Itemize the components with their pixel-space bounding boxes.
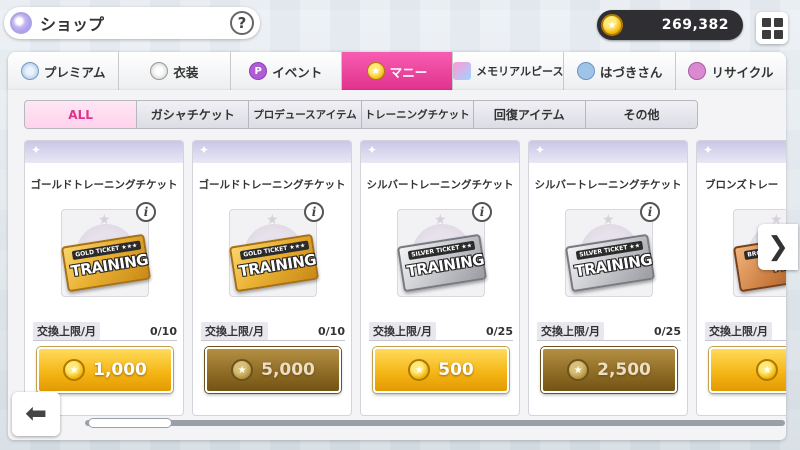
exchange-limit: 交換上限/月 0/10 <box>33 322 177 340</box>
filter-all[interactable]: ALL <box>25 101 138 128</box>
tab-event[interactable]: P イベント <box>230 52 342 90</box>
tab-label: メモリアルピース <box>476 65 564 78</box>
sparkle-icon: ✦ <box>703 143 714 157</box>
filter-recovery-item[interactable]: 回復アイテム <box>473 101 586 128</box>
help-button[interactable]: ? <box>230 11 254 35</box>
sparkle-icon: ✦ <box>31 143 42 157</box>
buy-button[interactable]: ★ 500 <box>373 347 509 393</box>
chevron-right-icon: ❯ <box>767 232 789 262</box>
filter-gacha-ticket[interactable]: ガシャチケット <box>137 101 250 128</box>
arrow-left-icon: ⬅ <box>25 399 47 429</box>
shop-category-tabs: プレミアム 衣装 P イベント ★ マニー メモリアルピース はづきさん リサイ… <box>8 52 786 90</box>
item-name: シルバートレーニングチケット <box>534 179 682 191</box>
gold-ticket-icon: GOLD TICKET ★★★ TRAINING <box>228 233 320 293</box>
tab-label: リサイクル <box>711 64 774 80</box>
tab-label: プレミアム <box>43 64 106 80</box>
buy-button[interactable]: ★ 2 <box>709 347 786 393</box>
tab-memorial-piece[interactable]: メモリアルピース <box>453 52 565 90</box>
costume-icon <box>150 62 169 80</box>
memorial-piece-icon <box>453 62 472 80</box>
main-menu-button[interactable] <box>756 12 788 44</box>
silver-ticket-icon: SILVER TICKET ★★ TRAINING <box>396 233 488 293</box>
item-card[interactable]: ✦ ブロンズトレー ★ BRONZE TR 交換上限/月 ★ 2 <box>696 140 786 416</box>
filter-produce-item[interactable]: プロデュースアイテム <box>249 101 362 128</box>
exchange-limit: 交換上限/月 0/25 <box>369 322 513 340</box>
item-card[interactable]: ✦ ゴールドトレーニングチケット ★ i GOLD TICKET ★★★ TRA… <box>24 140 184 416</box>
exchange-limit: 交換上限/月 <box>705 322 786 340</box>
item-image: ★ i GOLD TICKET ★★★ TRAINING <box>228 202 324 297</box>
item-card-list: ✦ ゴールドトレーニングチケット ★ i GOLD TICKET ★★★ TRA… <box>24 140 786 416</box>
tab-label: 衣装 <box>173 64 199 80</box>
coin-icon: ★ <box>63 359 86 381</box>
hazuki-icon <box>576 62 595 80</box>
buy-button[interactable]: ★ 2,500 <box>541 347 677 393</box>
coin-icon: ★ <box>567 359 590 381</box>
info-icon[interactable]: i <box>136 202 156 222</box>
currency-amount: 269,382 <box>661 17 729 33</box>
filter-training-ticket[interactable]: トレーニングチケット <box>361 101 474 128</box>
coin-icon: ★ <box>756 359 779 381</box>
exchange-limit: 交換上限/月 0/10 <box>201 322 345 340</box>
item-name: シルバートレーニングチケット <box>366 179 514 191</box>
horizontal-scrollbar[interactable] <box>85 420 785 426</box>
sparkle-icon: ✦ <box>535 143 546 157</box>
item-image: ★ i GOLD TICKET ★★★ TRAINING <box>60 202 156 297</box>
event-icon: P <box>249 62 268 80</box>
star-icon: ★ <box>266 212 279 228</box>
tab-label: イベント <box>272 64 323 80</box>
buy-button[interactable]: ★ 1,000 <box>37 347 173 393</box>
back-button[interactable]: ⬅ <box>12 392 60 436</box>
item-card[interactable]: ✦ ゴールドトレーニングチケット ★ i GOLD TICKET ★★★ TRA… <box>192 140 352 416</box>
tab-recycle[interactable]: リサイクル <box>675 52 786 90</box>
item-name: ゴールドトレーニングチケット <box>198 179 346 191</box>
filter-other[interactable]: その他 <box>585 101 697 128</box>
sparkle-icon: ✦ <box>199 143 210 157</box>
item-name: ゴールドトレーニングチケット <box>30 179 178 191</box>
page-title: ショップ <box>40 15 105 34</box>
star-icon: ★ <box>602 212 615 228</box>
premium-icon <box>20 62 39 80</box>
tab-costume[interactable]: 衣装 <box>119 52 231 90</box>
scrollbar-thumb[interactable] <box>88 418 172 428</box>
item-card[interactable]: ✦ シルバートレーニングチケット ★ i SILVER TICKET ★★ TR… <box>360 140 520 416</box>
next-page-button[interactable]: ❯ <box>758 224 798 270</box>
item-filter-tabs: ALL ガシャチケット プロデュースアイテム トレーニングチケット 回復アイテム… <box>24 100 698 129</box>
item-name: ブロンズトレー <box>705 179 779 191</box>
coin-icon: ★ <box>601 14 623 36</box>
star-icon: ★ <box>434 212 447 228</box>
star-icon: ★ <box>98 212 111 228</box>
recycle-icon <box>688 62 707 80</box>
coin-icon: ★ <box>231 359 254 381</box>
tab-hazuki[interactable]: はづきさん <box>564 52 676 90</box>
item-image: ★ i SILVER TICKET ★★ TRAINING <box>564 202 660 297</box>
buy-button[interactable]: ★ 5,000 <box>205 347 341 393</box>
money-icon: ★ <box>366 62 385 80</box>
item-card[interactable]: ✦ シルバートレーニングチケット ★ i SILVER TICKET ★★ TR… <box>528 140 688 416</box>
coin-icon: ★ <box>408 359 431 381</box>
shop-icon <box>10 12 32 34</box>
tab-premium[interactable]: プレミアム <box>8 52 120 90</box>
silver-ticket-icon: SILVER TICKET ★★ TRAINING <box>564 233 656 293</box>
grid-menu-icon <box>761 17 771 27</box>
tab-money[interactable]: ★ マニー <box>341 52 454 90</box>
sparkle-icon: ✦ <box>367 143 378 157</box>
info-icon[interactable]: i <box>472 202 492 222</box>
item-image: ★ i SILVER TICKET ★★ TRAINING <box>396 202 492 297</box>
info-icon[interactable]: i <box>640 202 660 222</box>
info-icon[interactable]: i <box>304 202 324 222</box>
tab-label: マニー <box>389 64 428 80</box>
currency-display: ★ 269,382 <box>597 10 743 40</box>
shop-panel: ALL ガシャチケット プロデュースアイテム トレーニングチケット 回復アイテム… <box>8 90 786 440</box>
gold-ticket-icon: GOLD TICKET ★★★ TRAINING <box>60 233 152 293</box>
tab-label: はづきさん <box>599 64 663 80</box>
exchange-limit: 交換上限/月 0/25 <box>537 322 681 340</box>
shop-title-bar: ショップ ? <box>4 7 260 39</box>
